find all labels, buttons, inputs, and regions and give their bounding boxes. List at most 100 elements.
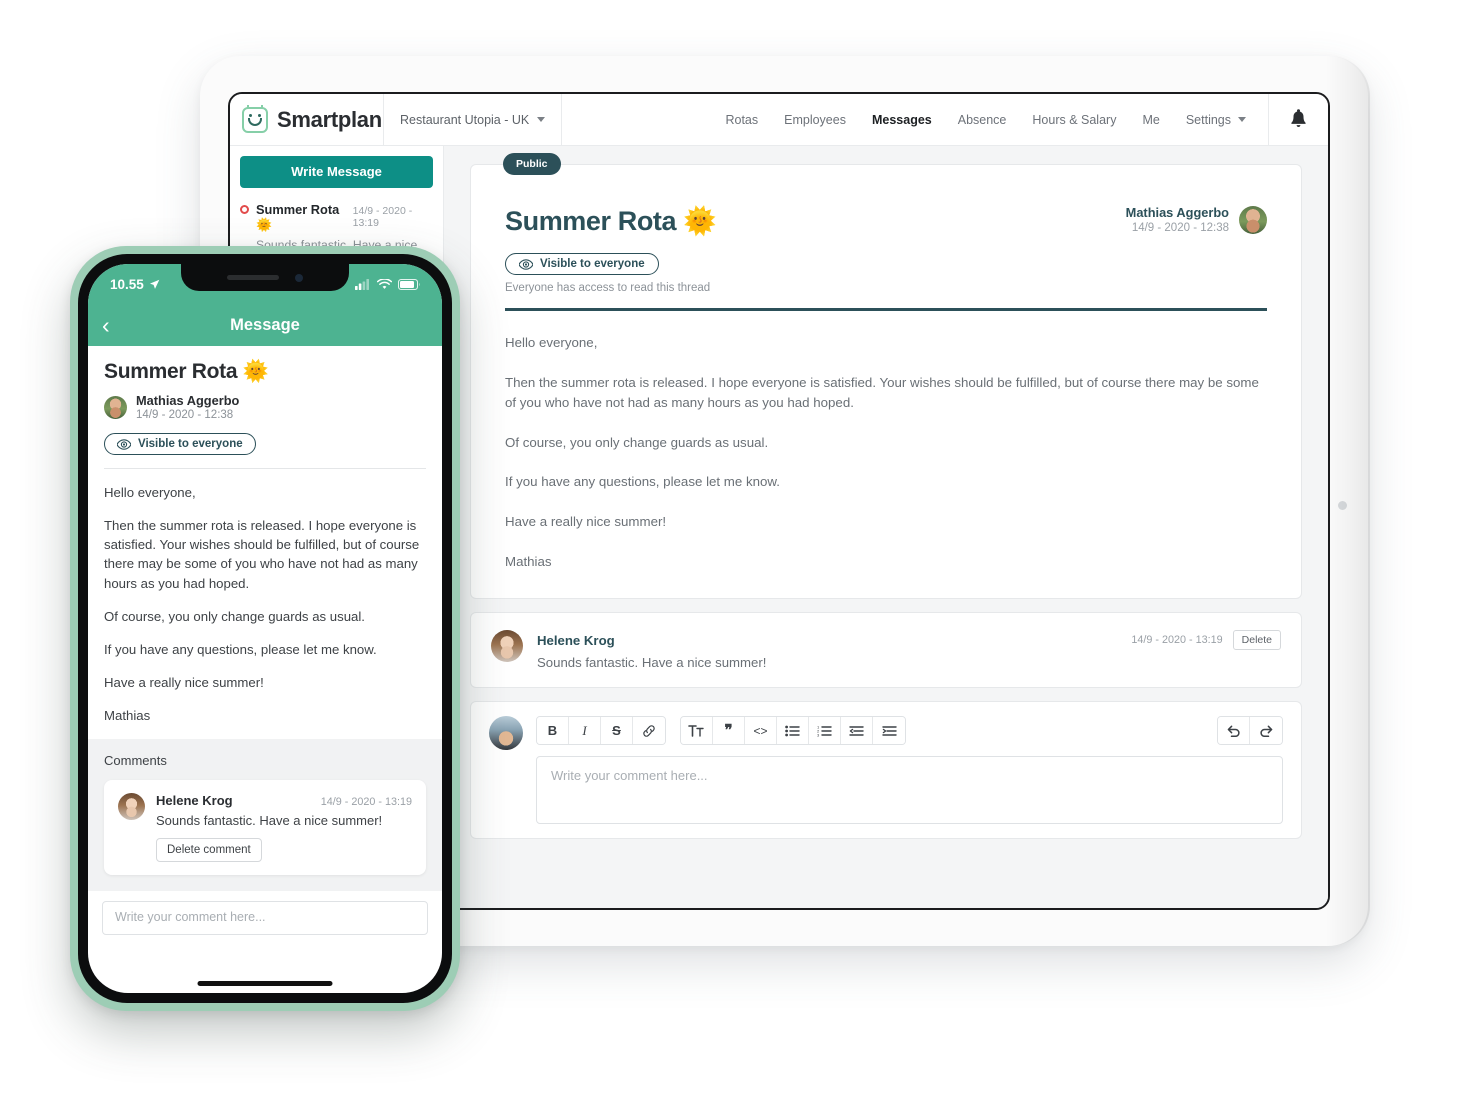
visibility-pill[interactable]: Visible to everyone [505, 253, 659, 275]
nav-item-rotas[interactable]: Rotas [725, 113, 758, 127]
text-size-icon[interactable] [681, 717, 713, 745]
calendar-smile-icon [242, 104, 268, 133]
author-name: Mathias Aggerbo [136, 393, 240, 408]
thread-title: Summer Rota 🌞 [256, 202, 340, 232]
author-date: 14/9 - 2020 - 12:38 [136, 409, 234, 421]
phone-post: Summer Rota 🌞 Mathias Aggerbo 14/9 - 202… [88, 346, 442, 726]
phone-post-body: Hello everyone, Then the summer rota is … [104, 483, 426, 725]
divider [505, 308, 1267, 311]
comment-date: 14/9 - 2020 - 13:19 [1131, 634, 1223, 647]
org-label: Restaurant Utopia - UK [400, 112, 530, 127]
post-paragraph: Mathias [104, 708, 151, 724]
bold-icon[interactable]: B [537, 717, 569, 745]
post-paragraph: Then the summer rota is released. I hope… [104, 518, 420, 591]
post-card: Public Summer Rota 🌞 Mathias Aggerbo 14/… [470, 153, 1302, 600]
code-icon[interactable]: <> [745, 717, 777, 745]
avatar [1239, 205, 1267, 234]
bullet-list-icon[interactable] [777, 717, 809, 745]
post-author: Mathias Aggerbo 14/9 - 2020 - 12:38 [1126, 205, 1267, 234]
divider [104, 468, 426, 469]
chevron-down-icon [1238, 117, 1246, 122]
post-paragraph: If you have any questions, please let me… [505, 474, 780, 490]
unread-dot-icon [240, 205, 249, 214]
post-paragraph: Have a really nice summer! [104, 674, 264, 690]
post-paragraph: Hello everyone, [505, 335, 598, 350]
visibility-pill[interactable]: Visible to everyone [104, 433, 256, 455]
write-message-button[interactable]: Write Message [240, 156, 433, 188]
strikethrough-icon[interactable]: S [601, 717, 633, 745]
org-selector[interactable]: Restaurant Utopia - UK [384, 94, 563, 145]
author-name: Mathias Aggerbo [1125, 205, 1229, 220]
comment-item: Helene Krog 14/9 - 2020 - 13:19 Delete S… [470, 612, 1302, 689]
nav-item-absence[interactable]: Absence [958, 113, 1007, 127]
delete-comment-button[interactable]: Delete [1232, 630, 1281, 651]
tablet-camera-icon [1338, 501, 1347, 510]
delete-comment-button[interactable]: Delete comment [156, 838, 262, 863]
comment-text: Sounds fantastic. Have a nice summer! [537, 655, 767, 671]
notification-bell-button[interactable] [1268, 94, 1328, 145]
chevron-down-icon [537, 117, 546, 122]
status-time: 10.55 [110, 276, 144, 292]
brand-logo[interactable]: Smartplan [230, 94, 384, 145]
nav-item-employees[interactable]: Employees [784, 113, 846, 127]
brand-name: Smartplan [277, 106, 382, 132]
post-paragraph: Have a really nice summer! [505, 514, 667, 530]
svg-text:3: 3 [817, 732, 820, 736]
nav-item-messages[interactable]: Messages [872, 113, 932, 127]
post-paragraph: Of course, you only change guards as usu… [505, 434, 769, 450]
wifi-icon [377, 278, 392, 289]
phone-bezel: 10.55 ‹ Message Summer Rota 🌞 Mathias Ag… [78, 254, 452, 1003]
link-icon[interactable] [633, 717, 665, 745]
phone-post-author: Mathias Aggerbo 14/9 - 2020 - 12:38 [104, 393, 426, 421]
app-topbar: Smartplan Restaurant Utopia - UK Rotas E… [230, 94, 1328, 146]
status-badge-public: Public [503, 153, 561, 175]
comment-input[interactable]: Write your comment here... [536, 756, 1283, 825]
notification-bell-icon [1291, 109, 1306, 127]
nav-item-settings[interactable]: Settings [1186, 113, 1246, 127]
post-paragraph: If you have any questions, please let me… [104, 641, 377, 657]
visibility-pill-label: Visible to everyone [540, 258, 645, 270]
avatar [118, 793, 145, 821]
comment-author-name: Helene Krog [156, 793, 233, 809]
phone-screen: 10.55 ‹ Message Summer Rota 🌞 Mathias Ag… [88, 264, 442, 993]
blockquote-icon[interactable]: ❞ [713, 717, 745, 745]
author-date: 14/9 - 2020 - 12:38 [1131, 222, 1229, 234]
location-arrow-icon [149, 279, 160, 289]
comment-item: Helene Krog 14/9 - 2020 - 13:19 Sounds f… [104, 780, 426, 876]
redo-icon[interactable] [1250, 717, 1282, 745]
phone-page-title: Message [230, 315, 300, 334]
phone-notch [181, 264, 349, 291]
phone-nav-header: ‹ Message [88, 304, 442, 346]
phone-comment-input[interactable]: Write your comment here... [102, 901, 428, 936]
phone-device: 10.55 ‹ Message Summer Rota 🌞 Mathias Ag… [70, 246, 460, 1011]
indent-icon[interactable] [873, 717, 905, 745]
comment-date: 14/9 - 2020 - 13:19 [320, 796, 412, 809]
earpiece-speaker-icon [227, 275, 279, 280]
cellular-signal-icon [355, 278, 369, 290]
italic-icon[interactable]: I [569, 717, 601, 745]
back-chevron-icon[interactable]: ‹ [102, 313, 110, 337]
toolbar-group-text-style: B I S [536, 716, 666, 746]
nav-item-hours-salary[interactable]: Hours & Salary [1032, 113, 1116, 127]
avatar [491, 630, 523, 663]
comment-author-name: Helene Krog [537, 632, 615, 648]
outdent-icon[interactable] [841, 717, 873, 745]
nav-item-settings-label: Settings [1185, 112, 1231, 127]
phone-comments-section: Comments Helene Krog 14/9 - 2020 - 13:19… [88, 739, 442, 892]
phone-comment-input-wrap: Write your comment here... [88, 891, 442, 936]
post-paragraph: Mathias [505, 553, 552, 569]
main-nav: Rotas Employees Messages Absence Hours &… [562, 94, 1268, 145]
post-paragraph: Of course, you only change guards as usu… [104, 608, 365, 624]
avatar [489, 716, 523, 751]
page-title: Summer Rota 🌞 [505, 206, 717, 236]
visibility-note: Everyone has access to read this thread [505, 282, 711, 294]
front-camera-icon [295, 273, 303, 282]
undo-icon[interactable] [1218, 717, 1250, 745]
numbered-list-icon[interactable]: 123 [809, 717, 841, 745]
nav-item-me[interactable]: Me [1142, 113, 1159, 127]
comment-text: Sounds fantastic. Have a nice summer! [156, 813, 383, 829]
editor-toolbar: B I S ❞ <> 1 2 3 [536, 716, 1283, 746]
toolbar-group-history [1217, 716, 1283, 746]
eye-icon [117, 438, 131, 450]
message-detail-pane: Public Summer Rota 🌞 Mathias Aggerbo 14/… [444, 146, 1328, 908]
